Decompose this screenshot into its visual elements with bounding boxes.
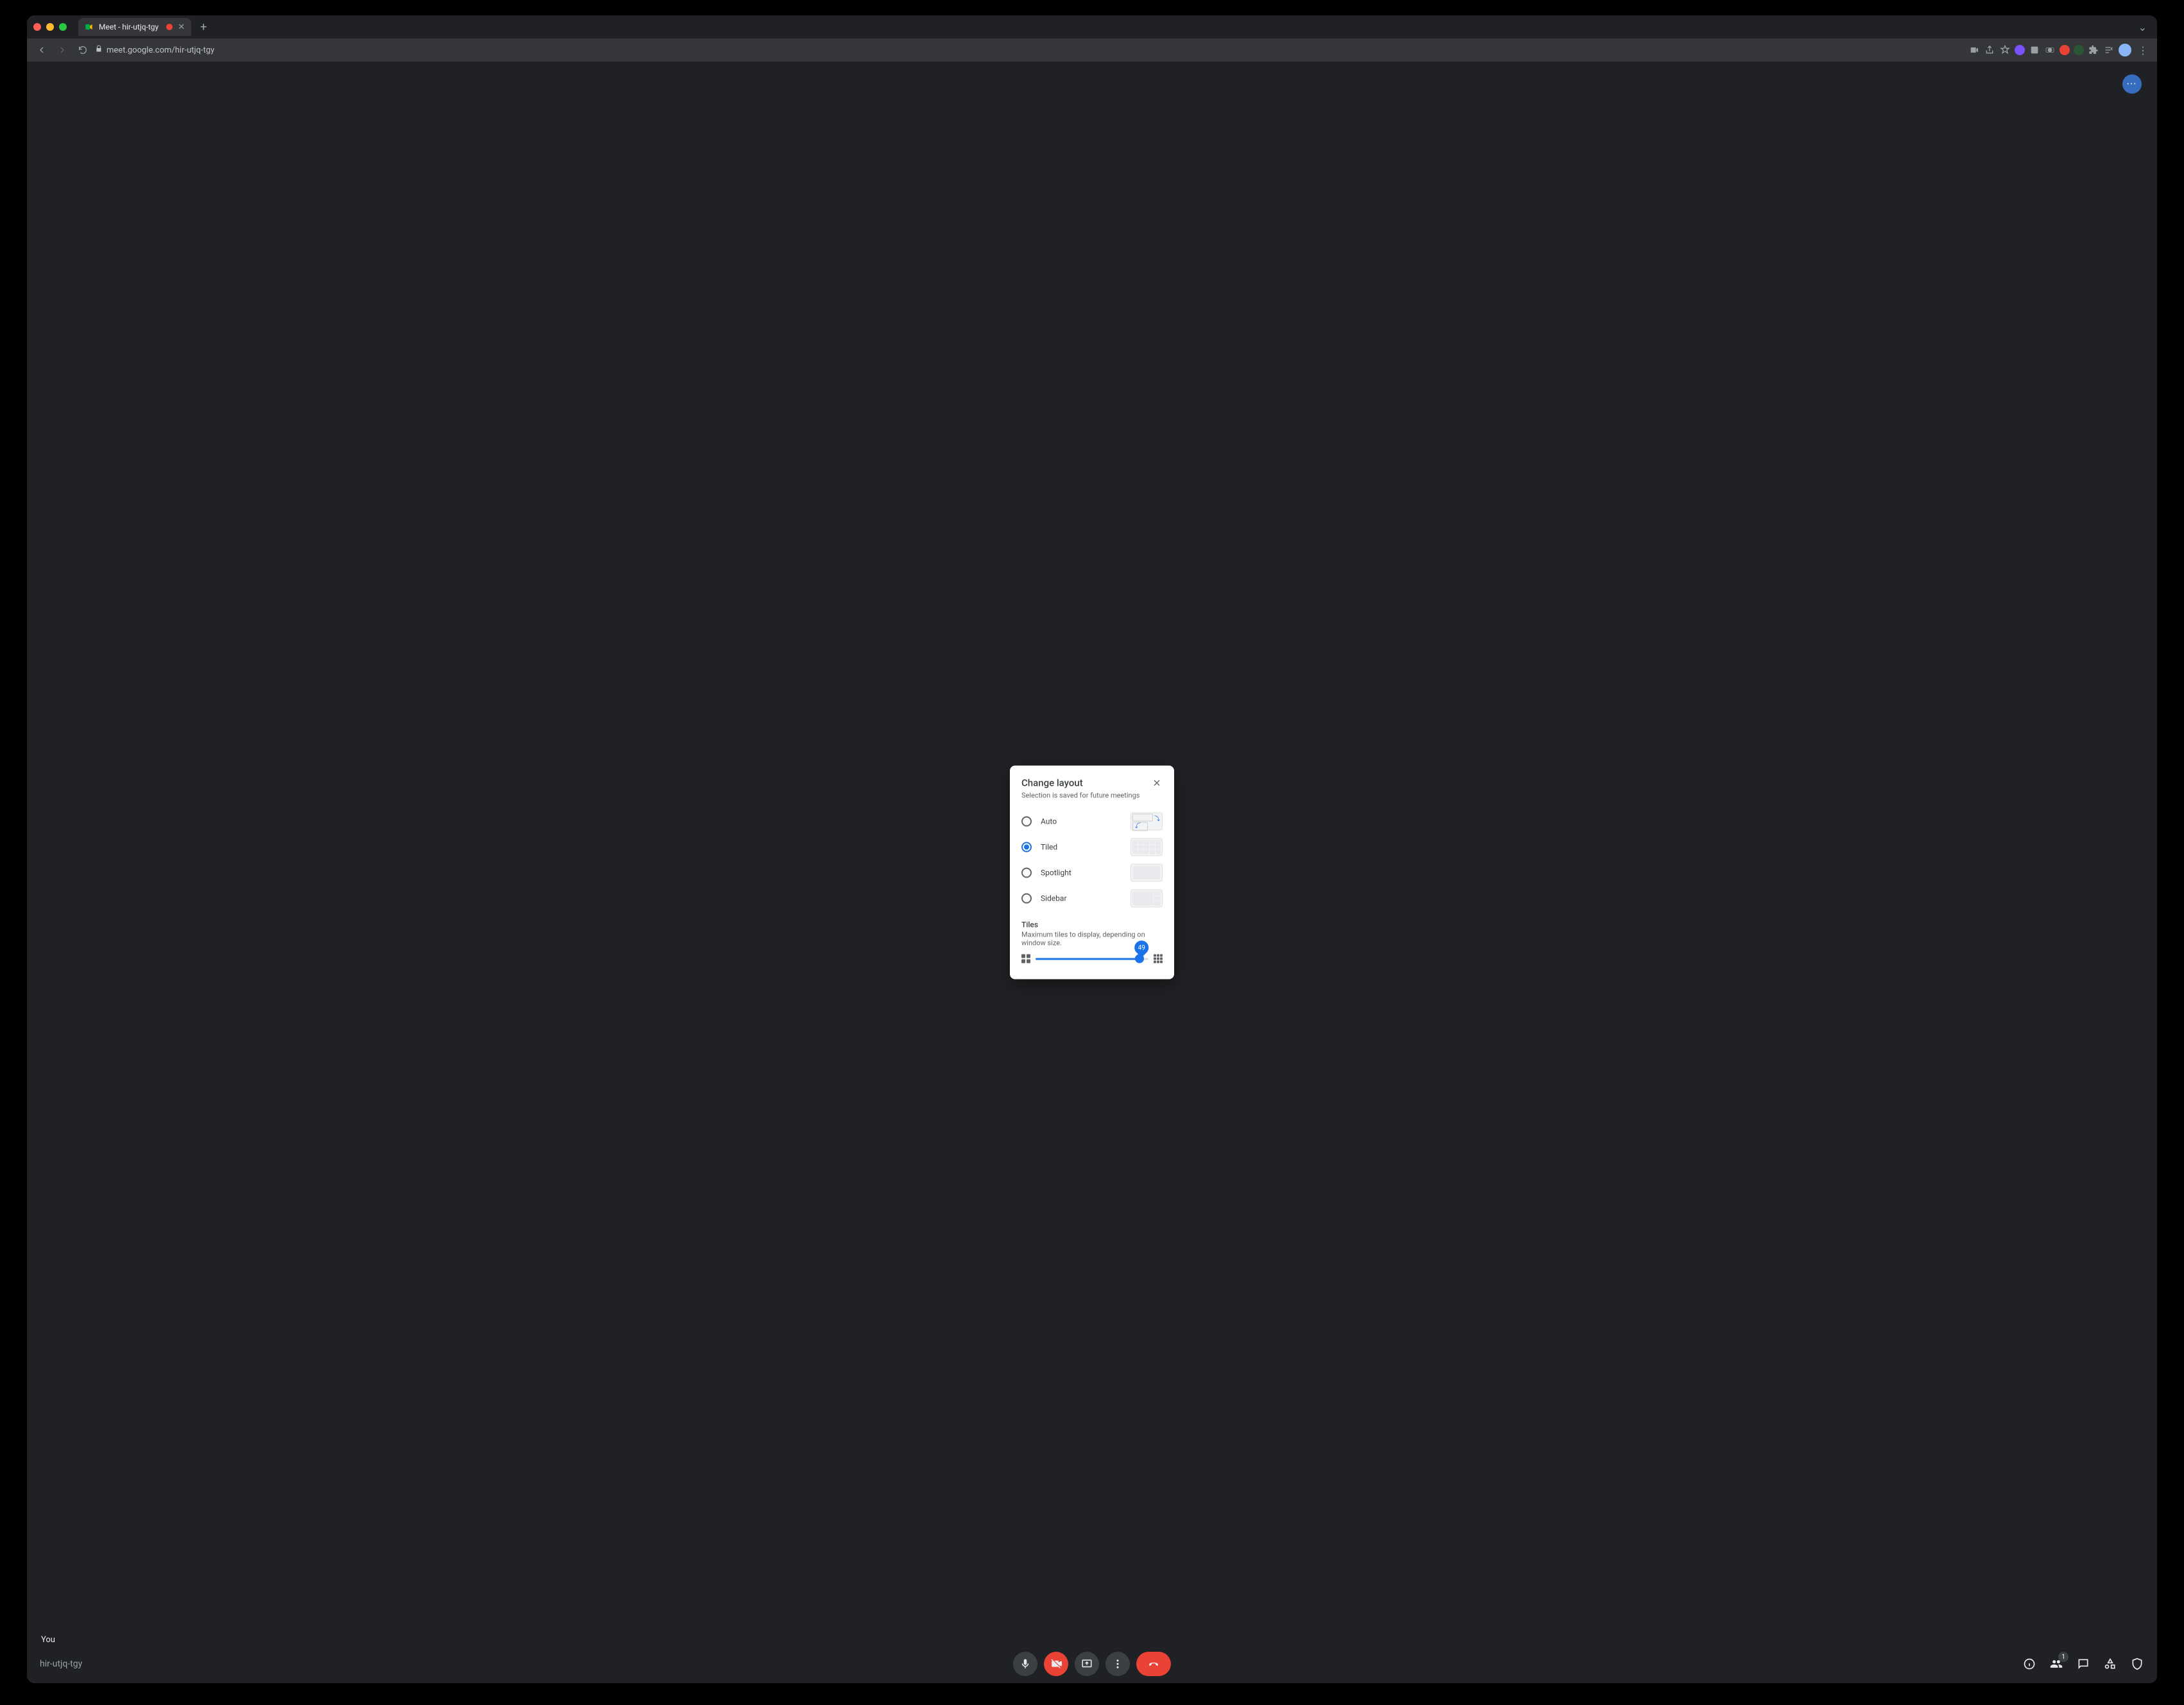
microphone-button[interactable] <box>1013 1652 1037 1676</box>
meet-favicon-icon <box>85 22 94 31</box>
reload-button[interactable] <box>74 42 91 58</box>
radio-spotlight[interactable] <box>1021 868 1032 878</box>
more-tiles-icon <box>1154 954 1163 963</box>
extension-1-icon[interactable] <box>2015 45 2025 55</box>
radio-auto[interactable] <box>1021 817 1032 827</box>
call-controls <box>1013 1652 1171 1676</box>
tiles-slider[interactable]: 49 <box>1036 953 1148 965</box>
hangup-button[interactable] <box>1136 1652 1171 1676</box>
new-tab-button[interactable]: + <box>196 21 210 34</box>
host-controls-button[interactable] <box>2130 1657 2144 1671</box>
more-controls-button[interactable] <box>1105 1652 1130 1676</box>
dialog-title: Change layout <box>1021 777 1083 789</box>
bottom-bar: hir-utjq-tgy <box>27 1645 2157 1683</box>
present-button[interactable] <box>1075 1652 1099 1676</box>
meet-content: ••• You Change layout Selection is saved… <box>27 62 2157 1683</box>
browser-tab[interactable]: Meet - hir-utjq-tgy ✕ <box>78 18 191 36</box>
hangup-icon <box>1148 1658 1159 1670</box>
radio-tiled[interactable] <box>1021 842 1032 852</box>
chat-button[interactable] <box>2076 1657 2090 1671</box>
ellipsis-icon: ••• <box>2127 81 2137 88</box>
profile-avatar[interactable] <box>2119 44 2131 56</box>
extensions-puzzle-icon[interactable] <box>2088 44 2099 56</box>
shield-icon <box>2131 1658 2144 1670</box>
close-tab-button[interactable]: ✕ <box>178 22 185 32</box>
layout-label-tiled: Tiled <box>1041 843 1122 852</box>
info-panel-buttons: 1 <box>2022 1657 2144 1671</box>
change-layout-dialog: Change layout Selection is saved for fut… <box>1010 766 1174 980</box>
activities-button[interactable] <box>2103 1657 2117 1671</box>
bookmark-star-icon[interactable] <box>1999 44 2011 56</box>
maximize-window-button[interactable] <box>59 23 67 31</box>
close-icon <box>1152 778 1162 788</box>
chrome-menu-button[interactable]: ⋮ <box>2135 44 2151 56</box>
layout-thumb-auto: ⤵⤵ <box>1130 813 1163 831</box>
url-text: meet.google.com/hir-utjq-tgy <box>107 46 214 55</box>
close-window-button[interactable] <box>33 23 41 31</box>
more-options-pill[interactable]: ••• <box>2122 74 2142 94</box>
extension-2-icon[interactable] <box>2029 44 2040 56</box>
lock-icon <box>95 45 103 55</box>
layout-thumb-spotlight <box>1130 864 1163 882</box>
meeting-details-button[interactable] <box>2022 1657 2036 1671</box>
layout-option-spotlight[interactable]: Spotlight <box>1021 860 1163 886</box>
meeting-code: hir-utjq-tgy <box>40 1659 82 1669</box>
layout-label-sidebar: Sidebar <box>1041 894 1122 903</box>
participants-count-badge: 1 <box>2058 1652 2069 1662</box>
extension-4-icon[interactable] <box>2060 45 2070 55</box>
minimize-window-button[interactable] <box>46 23 54 31</box>
url-field[interactable]: meet.google.com/hir-utjq-tgy <box>95 45 214 55</box>
fewer-tiles-icon <box>1021 954 1030 963</box>
tiles-heading: Tiles <box>1021 920 1163 929</box>
self-video-label: You <box>41 1635 55 1645</box>
dialog-subtitle: Selection is saved for future meetings <box>1021 792 1163 800</box>
browser-window: Meet - hir-utjq-tgy ✕ + ⌄ meet.google.co… <box>27 15 2157 1683</box>
back-button[interactable] <box>33 42 50 58</box>
layout-thumb-sidebar <box>1130 890 1163 908</box>
radio-sidebar[interactable] <box>1021 894 1032 904</box>
tab-title: Meet - hir-utjq-tgy <box>99 22 158 31</box>
close-dialog-button[interactable] <box>1151 777 1163 789</box>
chat-icon <box>2077 1658 2090 1670</box>
camera-off-icon <box>1050 1658 1062 1670</box>
recording-indicator-icon <box>166 24 173 30</box>
forward-button[interactable] <box>54 42 71 58</box>
tab-bar: Meet - hir-utjq-tgy ✕ + ⌄ <box>27 15 2157 38</box>
mic-icon <box>1019 1658 1031 1670</box>
extension-5-icon[interactable] <box>2074 45 2084 55</box>
reading-list-icon[interactable] <box>2103 44 2115 56</box>
participants-button[interactable]: 1 <box>2049 1657 2063 1671</box>
camera-button[interactable] <box>1044 1652 1068 1676</box>
window-controls <box>33 23 67 31</box>
tabs-dropdown-button[interactable]: ⌄ <box>2138 21 2147 33</box>
camera-indicator-icon[interactable] <box>1968 44 1980 56</box>
address-bar: meet.google.com/hir-utjq-tgy ⋮ <box>27 38 2157 62</box>
present-icon <box>1081 1658 1093 1670</box>
shapes-icon <box>2104 1658 2117 1670</box>
layout-label-auto: Auto <box>1041 817 1122 826</box>
layout-label-spotlight: Spotlight <box>1041 869 1122 878</box>
layout-option-tiled[interactable]: Tiled <box>1021 835 1163 860</box>
more-vertical-icon <box>1112 1658 1123 1670</box>
extension-icons: ⋮ <box>1968 44 2151 56</box>
share-icon[interactable] <box>1984 44 1995 56</box>
layout-option-sidebar[interactable]: Sidebar <box>1021 886 1163 912</box>
info-icon <box>2023 1658 2036 1670</box>
tiles-section: Tiles Maximum tiles to display, dependin… <box>1021 920 1163 965</box>
layout-option-auto[interactable]: Auto ⤵⤵ <box>1021 809 1163 835</box>
extension-3-icon[interactable] <box>2044 44 2056 56</box>
layout-thumb-tiled <box>1130 838 1163 856</box>
